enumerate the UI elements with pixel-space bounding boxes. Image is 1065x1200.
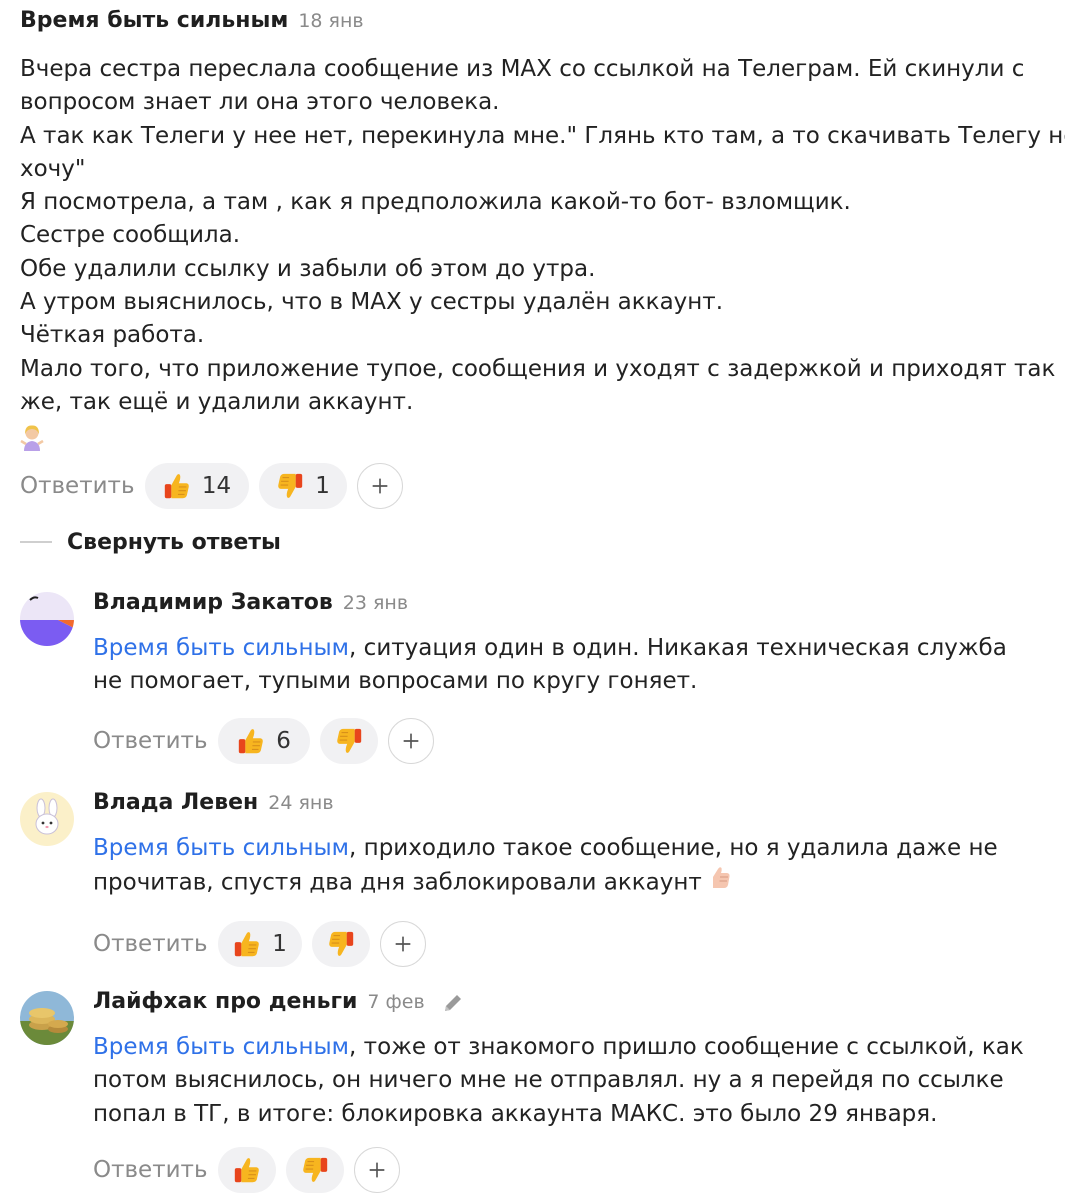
dislike-count: 1 [315, 473, 330, 500]
comment-line: вопросом знает ли она этого человека. [20, 89, 500, 116]
comment-actions: Ответить 1 [93, 920, 1065, 968]
add-reaction-button[interactable] [353, 1146, 400, 1193]
divider [20, 541, 52, 543]
thumbs-up-emoji-icon [709, 865, 733, 901]
reply-button[interactable]: Ответить [20, 473, 135, 499]
reply-comment: Влада Левен 24 янв Время быть сильным, п… [20, 790, 1065, 967]
collapse-replies-label: Свернуть ответы [67, 529, 281, 555]
comment-line: А утром выяснилось, что в MAX у сестры у… [20, 289, 724, 316]
dislike-button[interactable] [311, 920, 370, 967]
like-count: 6 [276, 727, 291, 754]
thumbs-up-icon [232, 929, 262, 959]
reply-button[interactable]: Ответить [93, 931, 208, 957]
reply-comment: Лайфхак про деньги 7 фев Время быть силь… [20, 989, 1065, 1200]
like-button[interactable]: 6 [217, 717, 310, 764]
reply-button[interactable]: Ответить [93, 728, 208, 754]
comment-date: 23 янв [342, 592, 409, 614]
mention-link[interactable]: Время быть сильным [93, 1034, 349, 1060]
comment-line: Я посмотрела, а там , как я предположила… [20, 189, 851, 216]
comment-line: хочу" [20, 155, 86, 182]
comment-line: прочитав, спустя два дня заблокировали а… [93, 865, 1065, 901]
like-count: 1 [272, 930, 287, 957]
comment-text: Вчера сестра переслала сообщение из MAX … [20, 53, 1065, 455]
dislike-button[interactable] [285, 1146, 344, 1193]
comment-line: Обе удалили ссылку и забыли об этом до у… [20, 255, 596, 282]
add-reaction-button[interactable] [379, 920, 426, 967]
add-reaction-button[interactable] [387, 717, 434, 764]
comment-text: прочитав, спустя два дня заблокировали а… [93, 869, 702, 896]
like-button[interactable] [217, 1146, 276, 1193]
comment-text: , приходило такое сообщение, но я удалил… [349, 835, 998, 861]
pencil-icon [441, 991, 465, 1019]
thumbs-up-icon [236, 726, 266, 756]
thumbs-down-icon [300, 1155, 330, 1185]
like-count: 14 [201, 473, 232, 500]
add-reaction-button[interactable] [356, 463, 403, 510]
comment-author[interactable]: Владимир Закатов [93, 590, 333, 615]
reply-button[interactable]: Ответить [93, 1157, 208, 1183]
comment-line: потом выяснилось, он ничего мне не отпра… [93, 1067, 1004, 1094]
comment-actions: Ответить [93, 1146, 1065, 1194]
comment-line: же, так ещё и удалили аккаунт. [20, 388, 414, 415]
plus-icon [369, 475, 391, 497]
thumbs-up-icon [162, 471, 192, 501]
avatar[interactable] [20, 792, 74, 846]
main-comment: Время быть сильным 18 янв Вчера сестра п… [20, 8, 1065, 510]
avatar[interactable] [20, 991, 74, 1045]
comment-line: Время быть сильным, ситуация один в один… [93, 632, 1065, 665]
comment-line: А так как Телеги у нее нет, перекинула м… [20, 122, 1065, 149]
comment-line: Чёткая работа. [20, 322, 205, 349]
avatar[interactable] [20, 592, 74, 646]
mention-link[interactable]: Время быть сильным [93, 835, 349, 861]
thumbs-down-icon [326, 929, 356, 959]
comment-text: , тоже от знакомого пришло сообщение с с… [349, 1034, 1024, 1060]
reply-comment: Владимир Закатов 23 янв Время быть сильн… [20, 590, 1065, 764]
thumbs-up-icon [232, 1155, 262, 1185]
comment-line: Время быть сильным, приходило такое сооб… [93, 832, 1065, 865]
dislike-button[interactable] [319, 717, 378, 764]
plus-icon [400, 730, 422, 752]
comment-date: 18 янв [298, 10, 364, 32]
comment-text: , ситуация один в один. Никакая техничес… [349, 635, 1007, 661]
comment-author[interactable]: Лайфхак про деньги [93, 989, 357, 1014]
thumbs-down-icon [334, 726, 364, 756]
comment-line: Время быть сильным, тоже от знакомого пр… [93, 1031, 1065, 1064]
comment-date: 7 фев [367, 991, 425, 1013]
collapse-replies-button[interactable]: Свернуть ответы [20, 526, 281, 558]
dislike-button[interactable]: 1 [258, 463, 347, 510]
comment-date: 24 янв [268, 792, 334, 814]
mention-link[interactable]: Время быть сильным [93, 635, 349, 661]
comment-actions: Ответить 6 [93, 717, 1065, 765]
plus-icon [392, 933, 414, 955]
comment-line: Мало того, что приложение тупое, сообщен… [20, 355, 1056, 382]
like-button[interactable]: 14 [144, 463, 249, 510]
like-button[interactable]: 1 [217, 920, 302, 967]
comment-author[interactable]: Влада Левен [93, 790, 258, 815]
thumbs-down-icon [275, 471, 305, 501]
plus-icon [366, 1159, 388, 1181]
comment-author[interactable]: Время быть сильным [20, 8, 288, 33]
comment-line: Вчера сестра переслала сообщение из MAX … [20, 56, 1025, 82]
comment-line: Сестре сообщила. [20, 222, 241, 249]
comment-line: не помогает, тупыми вопросами по кругу г… [93, 668, 698, 695]
comment-line: попал в ТГ, в итоге: блокировка аккаунта… [93, 1100, 938, 1127]
comment-actions: Ответить 14 1 [20, 462, 1065, 510]
woman-shrugging-emoji-icon [20, 419, 1065, 455]
